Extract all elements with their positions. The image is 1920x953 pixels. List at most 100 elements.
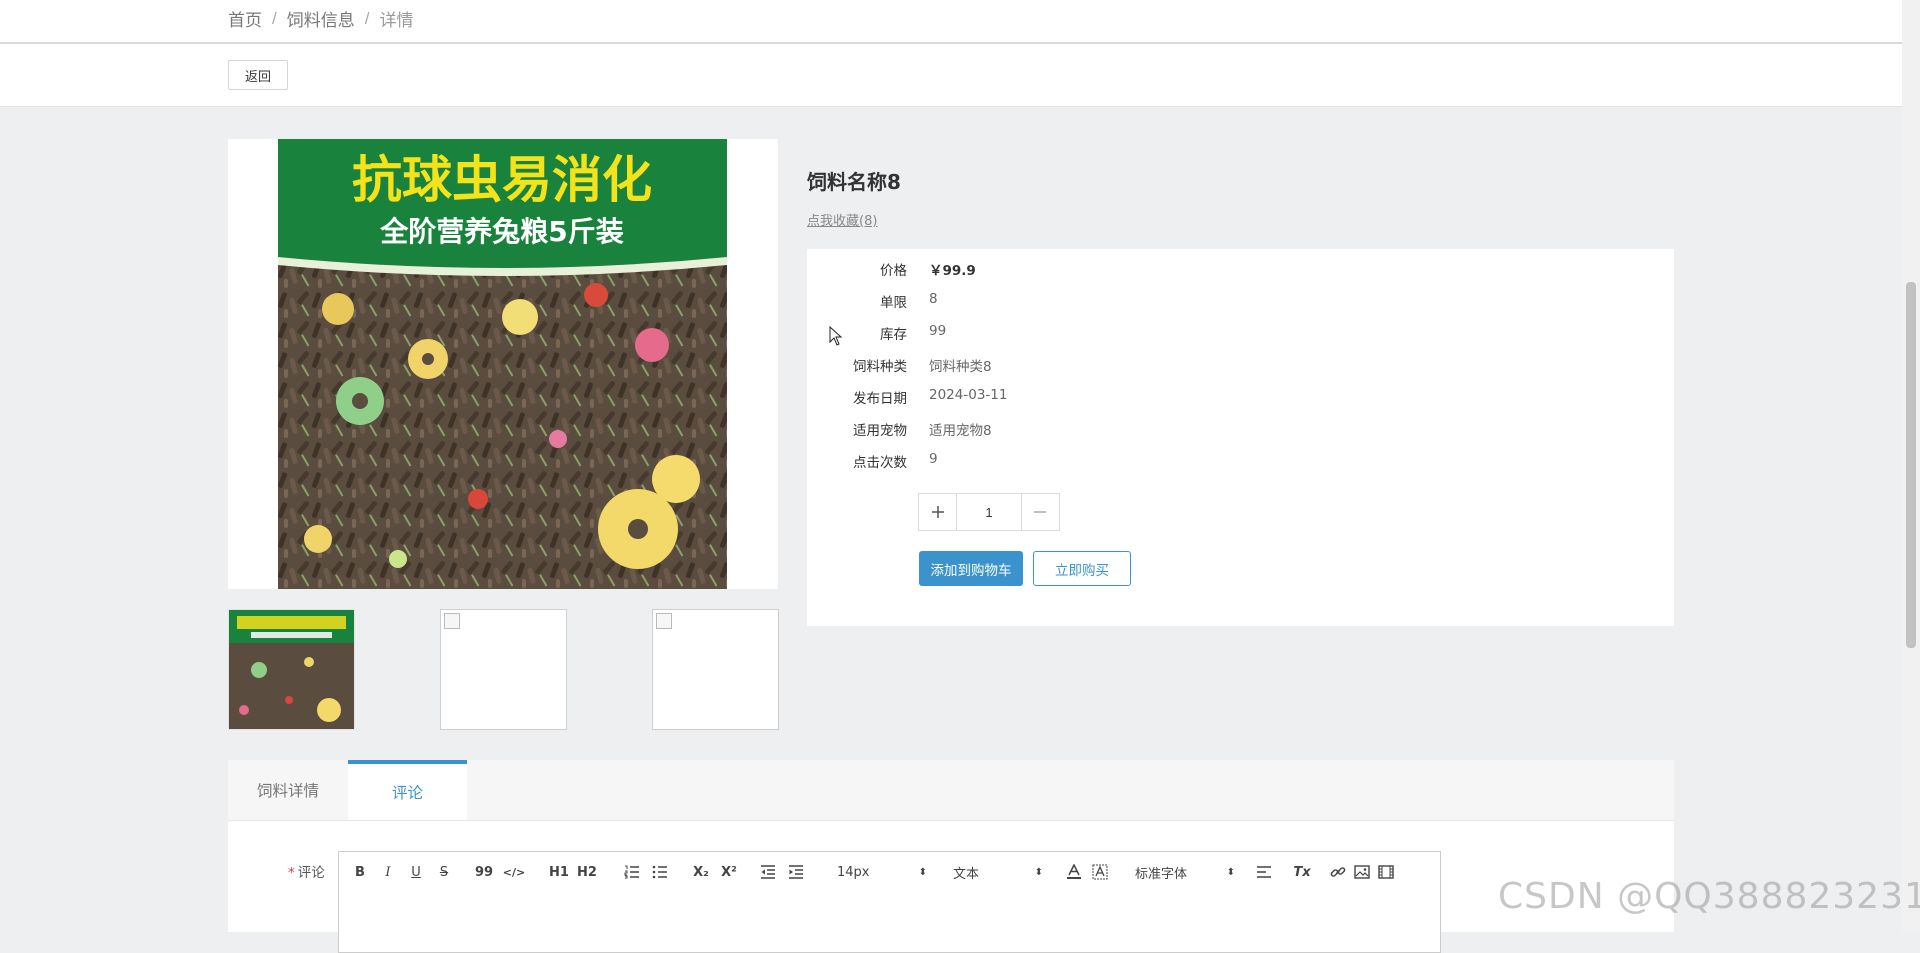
link-button[interactable] xyxy=(1327,852,1349,892)
page-scrollbar[interactable] xyxy=(1902,0,1920,932)
field-label: 单限 xyxy=(880,295,907,311)
breadcrumb-separator: / xyxy=(364,8,370,28)
h2-button[interactable]: H2 xyxy=(575,852,599,892)
block-type-value: 文本 xyxy=(953,866,980,882)
detail-tabs: 饲料详情 评论 xyxy=(228,760,1674,821)
watermark: CSDN @QQ3888232316 xyxy=(1498,876,1920,917)
bullet-list-button[interactable] xyxy=(649,852,671,892)
h1-button[interactable]: H1 xyxy=(547,852,571,892)
outdent-button[interactable] xyxy=(757,852,779,892)
field-row: 点击次数 9 xyxy=(807,451,1307,471)
select-arrow-icon: ⬍ xyxy=(1226,866,1235,878)
thumbnail-2[interactable] xyxy=(440,609,567,730)
field-label: 点击次数 xyxy=(853,455,907,471)
font-color-icon xyxy=(1067,864,1081,879)
field-label: 适用宠物 xyxy=(853,423,907,439)
field-value: 饲料种类8 xyxy=(929,359,992,375)
field-label: 发布日期 xyxy=(853,391,907,407)
block-type-select[interactable]: 文本 ⬍ xyxy=(951,852,1045,892)
breadcrumb-home[interactable]: 首页 xyxy=(228,6,262,31)
thumbnail-image xyxy=(229,610,354,729)
increment-button[interactable] xyxy=(919,494,956,530)
top-bar: 首页 / 饲料信息 / 详情 xyxy=(0,0,1902,44)
background-color-button[interactable] xyxy=(1089,852,1111,892)
product-title: 饲料名称8 xyxy=(807,170,901,194)
editor-toolbar: B I U S 99 </> H1 H2 X₂ X² 14px ⬍ 文本 ⬍ 标… xyxy=(338,851,1441,893)
minus-icon xyxy=(1034,511,1047,513)
field-value: 2024-03-11 xyxy=(929,387,1008,403)
indent-button[interactable] xyxy=(785,852,807,892)
product-info-box: 价格 ￥99.9 单限 8 库存 99 饲料种类 饲料种类8 发布日期 2024… xyxy=(807,249,1674,626)
tab-feed-details[interactable]: 饲料详情 xyxy=(228,760,348,820)
quantity-input[interactable]: 1 xyxy=(956,494,1022,530)
banner-line2: 全阶营养兔粮5斤装 xyxy=(379,215,623,248)
quantity-stepper: 1 xyxy=(918,493,1060,531)
font-size-select[interactable]: 14px ⬍ xyxy=(835,852,929,892)
outdent-icon xyxy=(761,865,775,879)
font-color-button[interactable] xyxy=(1063,852,1085,892)
blockquote-button[interactable]: 99 xyxy=(473,852,495,892)
ordered-list-button[interactable] xyxy=(621,852,643,892)
field-row: 适用宠物 适用宠物8 xyxy=(807,419,1307,439)
product-image: 抗球虫易消化 全阶营养兔粮5斤装 xyxy=(278,139,727,589)
back-button[interactable]: 返回 xyxy=(228,60,288,90)
strikethrough-button[interactable]: S xyxy=(433,852,455,892)
video-button[interactable] xyxy=(1375,852,1397,892)
align-left-icon xyxy=(1257,866,1271,878)
field-row: 单限 8 xyxy=(807,291,1307,311)
decrement-button[interactable] xyxy=(1022,494,1059,530)
image-button[interactable] xyxy=(1351,852,1373,892)
add-to-cart-button[interactable]: 添加到购物车 xyxy=(919,551,1023,586)
underline-button[interactable]: U xyxy=(405,852,427,892)
field-value: 99 xyxy=(929,323,947,339)
video-icon xyxy=(1378,865,1394,879)
background-color-icon xyxy=(1092,864,1108,880)
plus-icon xyxy=(931,506,944,518)
broken-image-icon xyxy=(444,613,460,629)
field-row: 发布日期 2024-03-11 xyxy=(807,387,1307,407)
favorite-link[interactable]: 点我收藏(8) xyxy=(807,210,877,229)
field-label: 饲料种类 xyxy=(853,359,907,375)
field-row: 价格 ￥99.9 xyxy=(807,259,1307,279)
thumbnail-1[interactable] xyxy=(228,609,355,730)
required-mark: * xyxy=(288,865,295,881)
comment-editor-body[interactable] xyxy=(338,892,1441,953)
field-value: 8 xyxy=(929,291,938,307)
select-arrow-icon: ⬍ xyxy=(918,866,927,878)
link-icon xyxy=(1330,867,1346,877)
field-label: 库存 xyxy=(880,327,907,343)
breadcrumb-current: 详情 xyxy=(379,11,414,30)
field-row: 库存 99 xyxy=(807,323,1307,343)
subscript-button[interactable]: X₂ xyxy=(689,852,713,892)
field-value: 9 xyxy=(929,451,938,467)
mouse-cursor-icon xyxy=(829,326,843,346)
breadcrumb-section[interactable]: 饲料信息 xyxy=(287,6,355,31)
tab-comments[interactable]: 评论 xyxy=(348,760,467,820)
font-size-value: 14px xyxy=(837,864,870,880)
scrollbar-thumb[interactable] xyxy=(1906,282,1916,648)
font-family-value: 标准字体 xyxy=(1135,866,1188,882)
field-row: 饲料种类 饲料种类8 xyxy=(807,355,1307,375)
price-value: ￥99.9 xyxy=(929,263,976,279)
bold-button[interactable]: B xyxy=(349,852,371,892)
italic-button[interactable]: I xyxy=(377,852,399,892)
code-button[interactable]: </> xyxy=(501,852,527,892)
breadcrumb-separator: / xyxy=(272,8,277,28)
image-icon xyxy=(1354,865,1370,879)
action-bar: 返回 xyxy=(0,44,1902,107)
bullet-list-icon xyxy=(652,865,667,879)
product-image-panel: 抗球虫易消化 全阶营养兔粮5斤装 xyxy=(228,139,778,589)
comment-label: * 评论 xyxy=(288,865,325,881)
font-family-select[interactable]: 标准字体 ⬍ xyxy=(1133,852,1237,892)
indent-icon xyxy=(789,865,803,879)
banner-line1: 抗球虫易消化 xyxy=(352,151,652,209)
superscript-button[interactable]: X² xyxy=(717,852,741,892)
clear-format-button[interactable]: Tx xyxy=(1291,852,1313,892)
ordered-list-icon xyxy=(624,865,639,879)
breadcrumb: 首页 / 饲料信息 / 详情 xyxy=(228,6,413,31)
field-value: 适用宠物8 xyxy=(929,423,992,439)
align-button[interactable] xyxy=(1253,852,1275,892)
buy-now-button[interactable]: 立即购买 xyxy=(1033,551,1131,586)
thumbnail-3[interactable] xyxy=(652,609,779,730)
select-arrow-icon: ⬍ xyxy=(1034,866,1043,878)
